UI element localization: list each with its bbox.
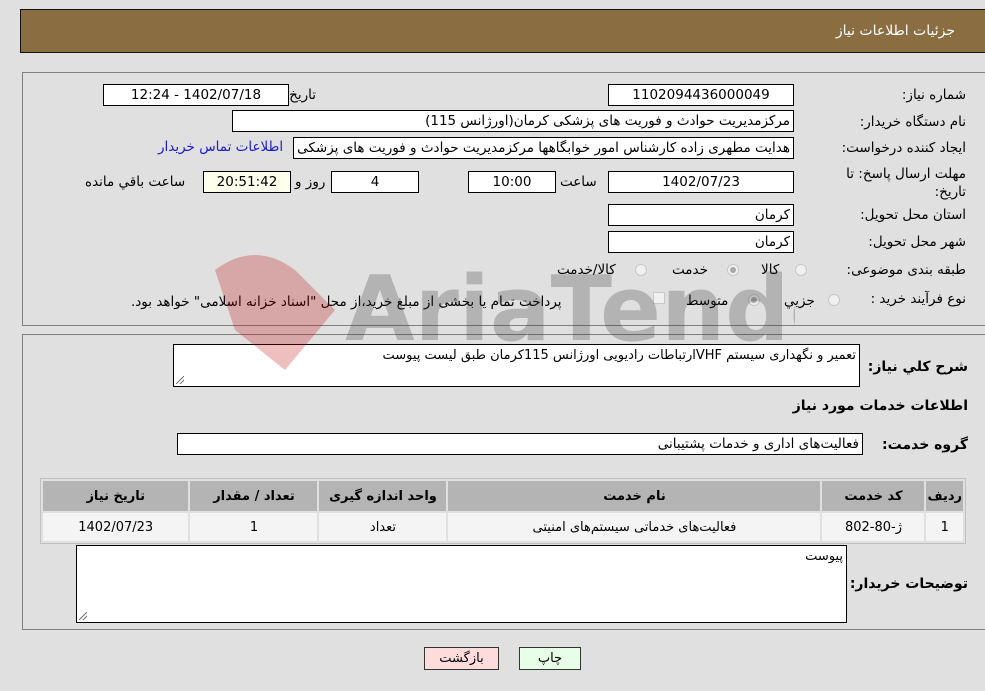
category-radio-goods-service[interactable] xyxy=(635,264,647,276)
purchase-option-medium: متوسط xyxy=(686,293,729,309)
city-field: کرمان xyxy=(608,231,794,253)
days-label: روز و xyxy=(295,174,326,190)
category-label: طبقه بندی موضوعی: xyxy=(846,262,966,278)
buyer-org-label: نام دستگاه خريدار: xyxy=(859,114,966,130)
need-number-field: 1102094436000049 xyxy=(608,84,794,106)
cell-need-date: 1402/07/23 xyxy=(43,513,189,541)
col-unit: واحد اندازه گيری xyxy=(319,481,447,511)
col-service-code: کد خدمت xyxy=(822,481,925,511)
deadline-date-field: 1402/07/23 xyxy=(608,171,794,193)
cell-quantity: 1 xyxy=(190,513,318,541)
col-need-date: تاريخ نياز xyxy=(43,481,189,511)
service-group-label: گروه خدمت: xyxy=(882,437,968,453)
resize-grip-icon[interactable] xyxy=(79,612,87,620)
services-section-title: اطلاعات خدمات مورد نياز xyxy=(792,398,968,414)
cell-unit: تعداد xyxy=(319,513,447,541)
treasury-checkbox[interactable] xyxy=(653,292,665,304)
purchase-radio-minor[interactable] xyxy=(828,294,840,306)
page-title: جزئیات اطلاعات نیاز xyxy=(835,23,955,39)
page-header: جزئیات اطلاعات نیاز xyxy=(20,9,985,53)
table-header-row: رديف کد خدمت نام خدمت واحد اندازه گيری ت… xyxy=(43,481,963,511)
services-table: رديف کد خدمت نام خدمت واحد اندازه گيری ت… xyxy=(40,478,966,544)
resize-grip-icon[interactable] xyxy=(176,376,184,384)
province-field: کرمان xyxy=(608,204,794,226)
category-radio-service[interactable] xyxy=(727,264,739,276)
category-option-service: خدمت xyxy=(672,262,708,278)
purchase-radio-medium[interactable] xyxy=(748,294,760,306)
need-number-label: شماره نیاز: xyxy=(901,87,966,103)
buyer-org-field: مرکزمدیریت حوادث و فوریت های پزشکی کرمان… xyxy=(232,110,794,132)
cell-service-name: فعالیت‌های خدماتی سیستم‌های امنیتی xyxy=(448,513,821,541)
cell-row-number: 1 xyxy=(926,513,963,541)
purchase-option-minor: جزيي xyxy=(784,293,815,309)
announce-datetime-field: 1402/07/18 - 12:24 xyxy=(103,84,289,106)
category-option-goods-service: کالا/خدمت xyxy=(557,262,616,278)
services-panel: شرح کلي نياز: تعمیر و نگهداری سیستم VHFا… xyxy=(22,334,985,630)
service-group-field: فعالیت‌های اداری و خدمات پشتیبانی xyxy=(177,433,863,455)
category-option-goods: کالا xyxy=(761,262,780,278)
city-label: شهر محل تحويل: xyxy=(868,234,966,250)
col-row-number: رديف xyxy=(926,481,963,511)
print-button[interactable]: چاپ xyxy=(519,647,581,670)
col-service-name: نام خدمت xyxy=(448,481,821,511)
treasury-checkbox-label: پرداخت تمام يا بخشی از مبلغ خريد،از محل … xyxy=(131,294,562,310)
back-button[interactable]: بازگشت xyxy=(424,647,499,670)
days-remaining-field: 4 xyxy=(331,171,419,193)
description-text: تعمیر و نگهداری سیستم VHFارتباطات رادیوی… xyxy=(382,348,856,363)
buyer-notes-text: پیوست xyxy=(805,549,843,564)
deadline-time-label: ساعت xyxy=(560,174,597,190)
description-textarea[interactable]: تعمیر و نگهداری سیستم VHFارتباطات رادیوی… xyxy=(173,344,860,387)
category-radio-goods[interactable] xyxy=(795,264,807,276)
col-quantity: تعداد / مقدار xyxy=(190,481,318,511)
description-label: شرح کلي نياز: xyxy=(867,359,968,375)
deadline-label: مهلت ارسال پاسخ: تا تاريخ: xyxy=(846,166,966,200)
deadline-time-field: 10:00 xyxy=(468,171,556,193)
buyer-notes-textarea[interactable]: پیوست xyxy=(76,545,847,623)
buyer-contact-link[interactable]: اطلاعات تماس خريدار xyxy=(158,139,283,155)
creator-field: هدایت مطهری زاده کارشناس امور خوابگاهها … xyxy=(293,137,794,159)
province-label: استان محل تحويل: xyxy=(860,207,966,223)
creator-label: ايجاد کننده درخواست: xyxy=(841,140,966,156)
need-details-panel: شماره نیاز: 1102094436000049 تاريخ و ساع… xyxy=(22,72,985,326)
table-row: 1 ژ-80-802 فعالیت‌های خدماتی سیستم‌های ا… xyxy=(43,513,963,541)
purchase-type-label: نوع فرآيند خريد : xyxy=(870,291,966,307)
cell-service-code: ژ-80-802 xyxy=(822,513,925,541)
remaining-time-label: ساعت باقي مانده xyxy=(85,174,186,190)
remaining-time-field: 20:51:42 xyxy=(203,171,291,193)
buyer-notes-label: توضيحات خريدار: xyxy=(849,576,968,592)
